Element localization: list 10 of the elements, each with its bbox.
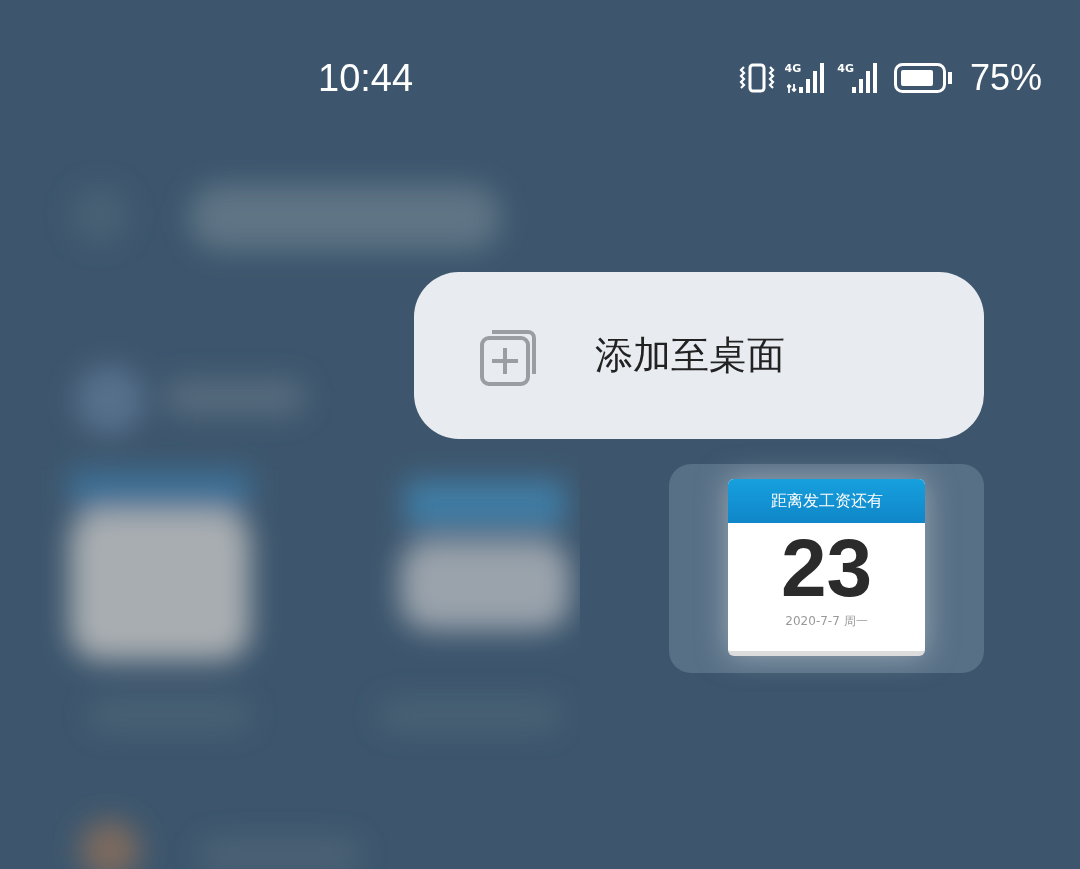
add-to-home-button[interactable]: 添加至桌面 — [414, 272, 984, 439]
calendar-date: 2020-7-7 周一 — [785, 613, 868, 630]
day-count: 23 — [780, 523, 873, 613]
network-type: 4G — [837, 63, 854, 75]
vibrate-icon — [738, 63, 775, 93]
network-type: 4G — [784, 63, 802, 75]
battery-percent: 75% — [969, 57, 1042, 99]
calendar-header: 距离发工资还有 — [728, 479, 925, 523]
clock-time: 10:44 — [318, 56, 414, 100]
battery-icon — [893, 63, 952, 93]
